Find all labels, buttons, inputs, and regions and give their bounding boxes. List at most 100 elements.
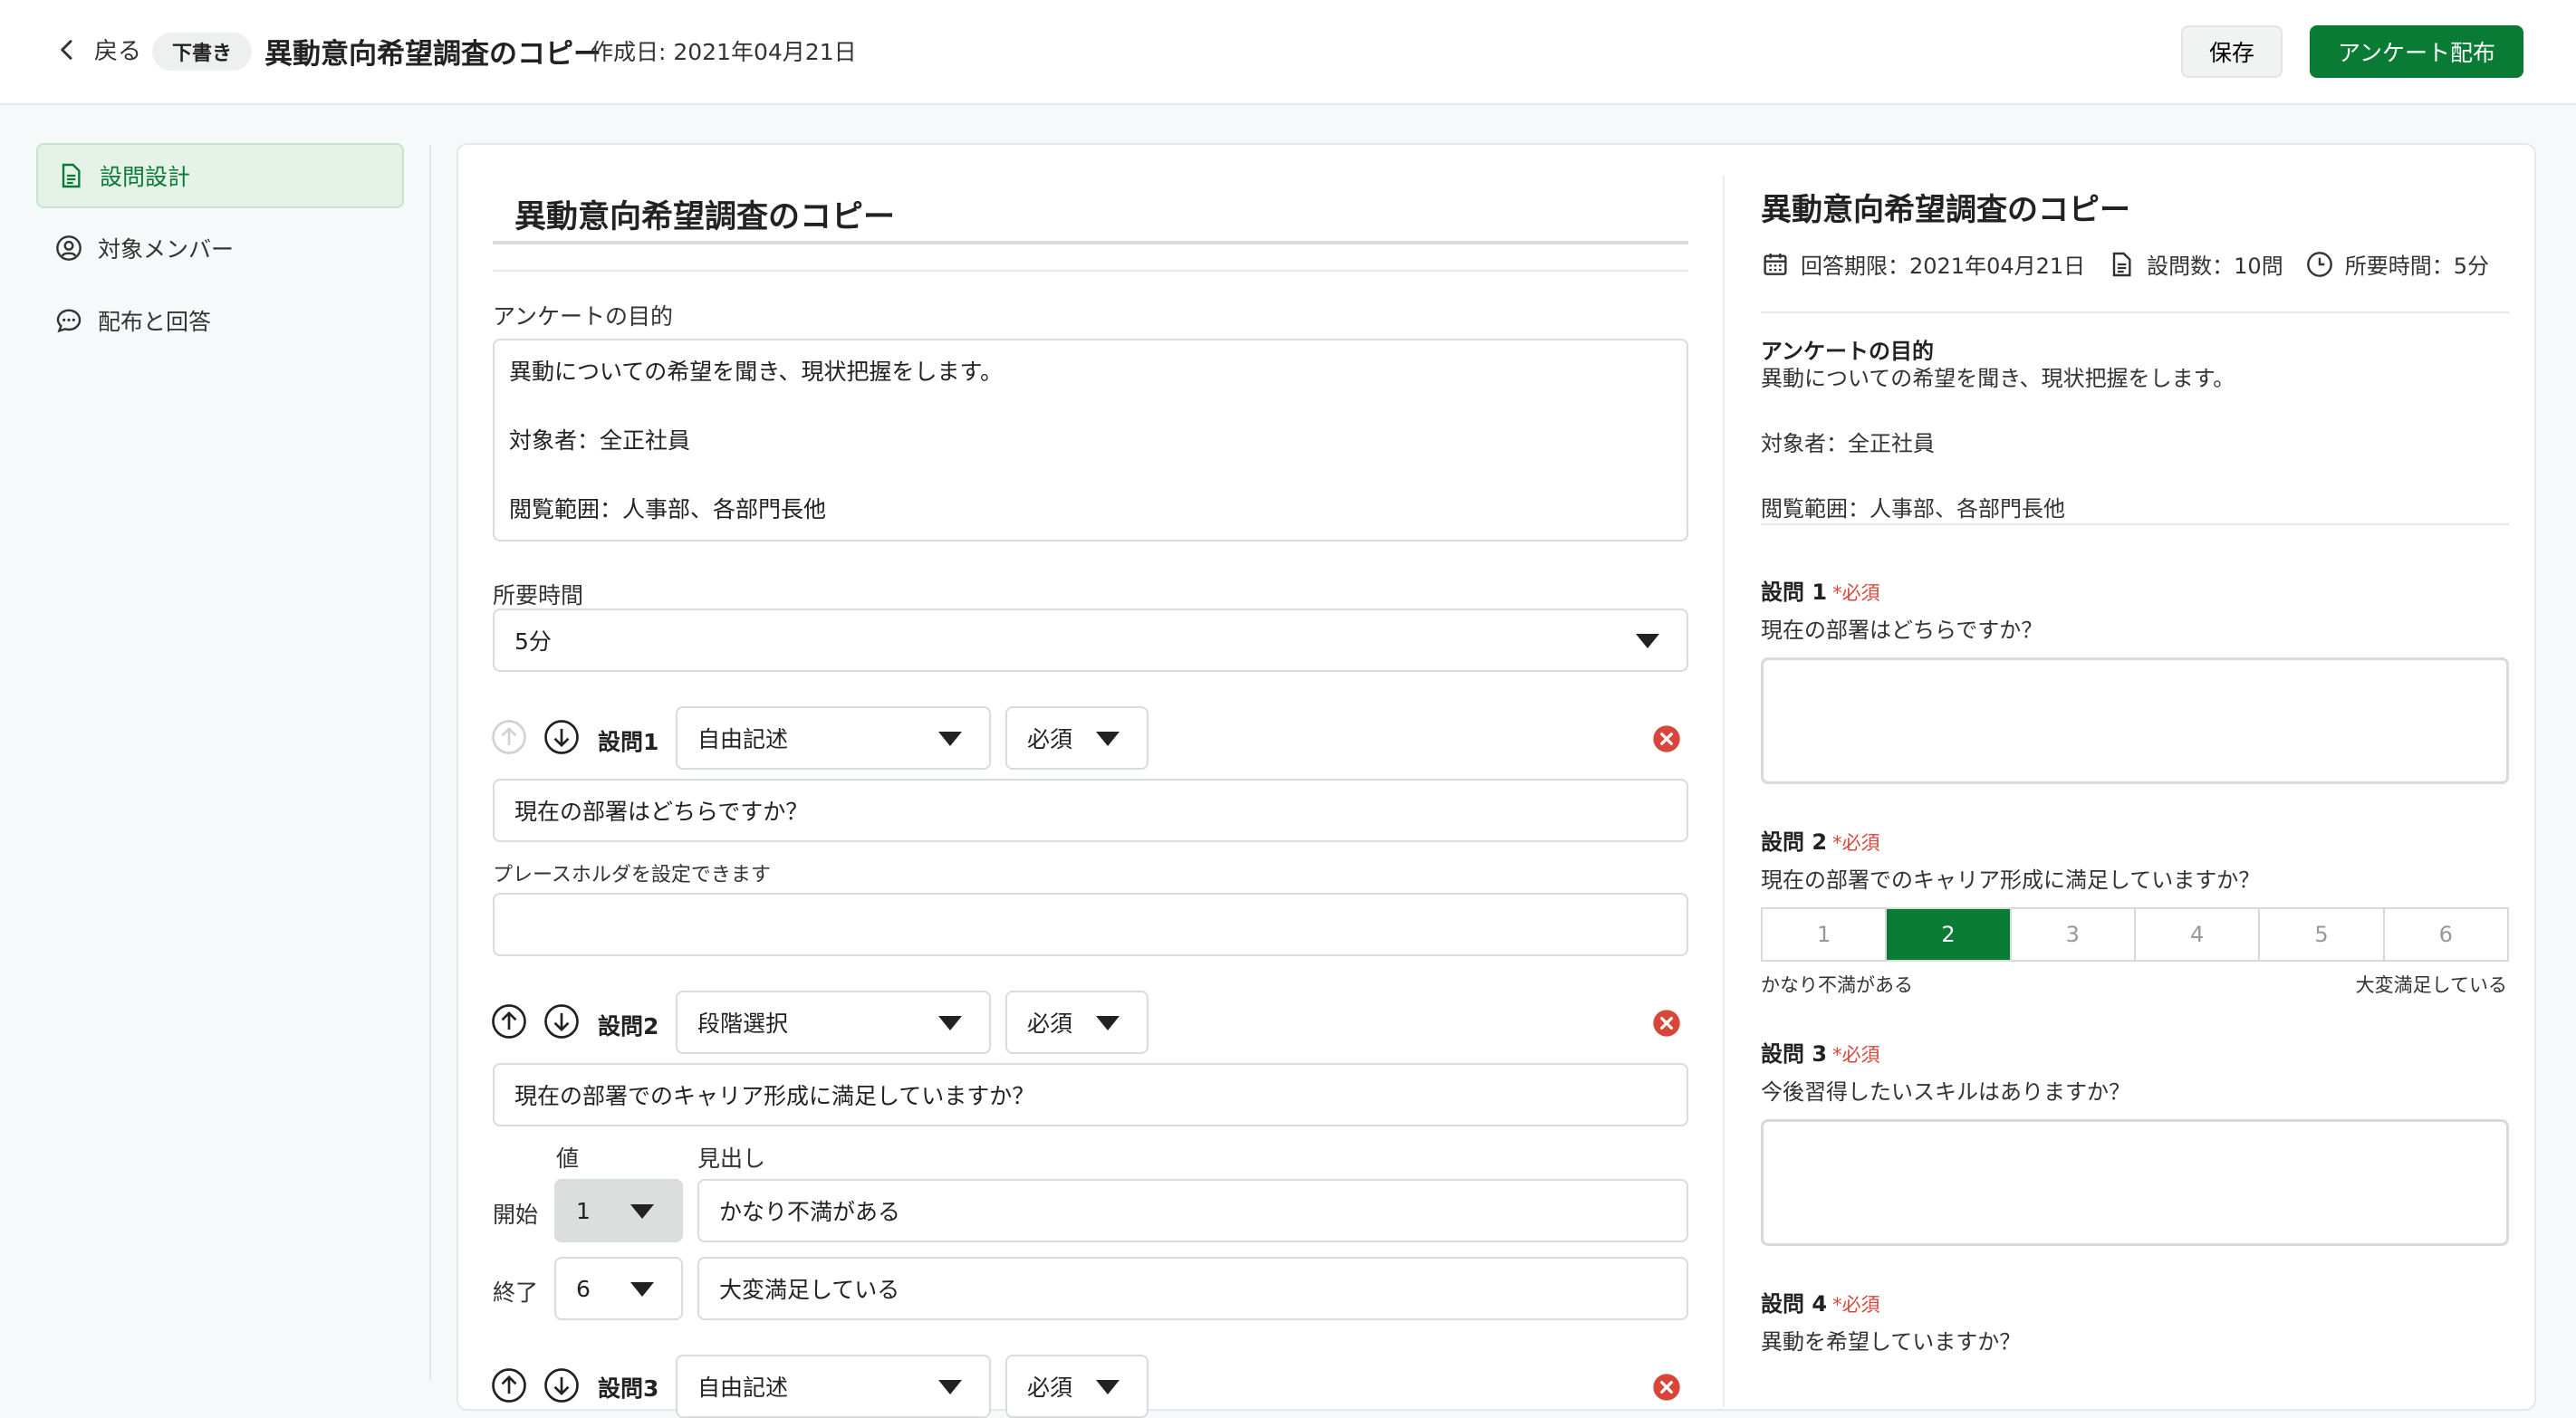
placeholder-input[interactable] <box>493 893 1688 956</box>
caret-down-icon <box>1096 1380 1120 1394</box>
duration-value: 5分 <box>514 628 552 655</box>
divider <box>1761 523 2509 525</box>
created-date: 作成日: 2021年04月21日 <box>591 39 857 65</box>
caption-header: 見出し <box>697 1145 766 1172</box>
caret-down-icon <box>1096 1016 1120 1030</box>
preview-question-text: 異動を希望していますか？ <box>1761 1329 2022 1355</box>
question-label: 設問2 <box>598 1013 659 1040</box>
purpose-text: 異動についての希望を聞き、現状把握をします。 対象者：全正社員 閲覧範囲：人事部… <box>1761 366 2235 522</box>
question-label: 設問3 <box>598 1375 659 1402</box>
scale-option-selected[interactable]: 2 <box>1887 909 2012 960</box>
required-select[interactable]: 必須 <box>1005 706 1149 770</box>
move-down-icon[interactable] <box>543 1003 580 1040</box>
preview-meta: 回答期限：2021年04月21日 設問数：10問 所要時間：5分 <box>1761 248 2511 280</box>
caret-down-icon <box>630 1282 654 1297</box>
caret-down-icon <box>1096 732 1120 746</box>
caret-down-icon <box>630 1204 654 1219</box>
sidebar-divider <box>429 145 431 1380</box>
placeholder-label: プレースホルダを設定できます <box>493 864 771 886</box>
preview-question-label: 設問 4 *必須 <box>1761 1291 1880 1317</box>
sidebar-item-label: 対象メンバー <box>98 236 235 263</box>
question-count-text: 設問数：10問 <box>2147 254 2283 279</box>
back-button[interactable]: 戻る <box>53 33 141 66</box>
user-circle-icon <box>56 235 82 261</box>
divider <box>1761 311 2509 313</box>
question-label: 設問1 <box>598 729 659 755</box>
scale-low-label: かなり不満がある <box>1761 974 1913 996</box>
end-value-select[interactable]: 6 <box>554 1257 683 1320</box>
caret-down-icon <box>1636 634 1659 648</box>
answer-textbox[interactable] <box>1761 1119 2509 1246</box>
start-value-select[interactable]: 1 <box>554 1179 683 1242</box>
calendar-icon <box>1764 253 1787 275</box>
document-icon <box>2112 252 2131 276</box>
move-down-icon[interactable] <box>543 719 580 755</box>
preview-question-text: 現在の部署はどちらですか？ <box>1761 618 2043 643</box>
question-type-select[interactable]: 自由記述 <box>676 706 991 770</box>
delete-question-icon[interactable] <box>1652 1009 1681 1038</box>
value-header: 値 <box>556 1145 580 1172</box>
duration-label: 所要時間 <box>493 582 584 608</box>
caret-down-icon <box>938 732 962 746</box>
scale-option[interactable]: 1 <box>1763 909 1888 960</box>
save-button[interactable]: 保存 <box>2181 25 2283 78</box>
chevron-left-icon <box>61 39 72 60</box>
main-card: 異動意向希望調査のコピー アンケートの目的 異動についての希望を聞き、現状把握を… <box>457 143 2538 1418</box>
page-title: 異動意向希望調査のコピー <box>264 38 601 71</box>
scale-option[interactable]: 3 <box>2012 909 2136 960</box>
rating-scale: 1 2 3 4 5 6 <box>1761 907 2509 962</box>
duration-select[interactable]: 5分 <box>493 608 1688 672</box>
answer-textbox[interactable] <box>1761 657 2509 784</box>
back-label: 戻る <box>94 38 142 65</box>
sidebar-item-question-design[interactable]: 設問設計 <box>36 143 404 208</box>
sidebar-item-target-members[interactable]: 対象メンバー <box>36 216 404 281</box>
survey-title-input[interactable]: 異動意向希望調査のコピー <box>493 187 1688 244</box>
end-caption-input[interactable]: 大変満足している <box>697 1257 1688 1320</box>
question-type-select[interactable]: 段階選択 <box>676 991 991 1054</box>
delete-question-icon[interactable] <box>1652 724 1681 753</box>
top-header: 戻る 下書き 異動意向希望調査のコピー 作成日: 2021年04月21日 保存 … <box>0 0 2576 105</box>
purpose-label: アンケートの目的 <box>493 303 674 330</box>
preview-question-label: 設問 1 *必須 <box>1761 580 1880 605</box>
preview-question-label: 設問 2 *必須 <box>1761 829 1880 855</box>
start-label: 開始 <box>493 1202 539 1228</box>
survey-preview: 異動意向希望調査のコピー 回答期限：2021年04月21日 設問数：10問 所要… <box>1723 176 2538 1407</box>
delete-question-icon[interactable] <box>1652 1373 1681 1402</box>
deadline-text: 回答期限：2021年04月21日 <box>1801 254 2086 279</box>
status-badge: 下書き <box>152 33 253 71</box>
question-text-input[interactable]: 現在の部署でのキャリア形成に満足していますか？ <box>493 1063 1688 1126</box>
required-select[interactable]: 必須 <box>1005 991 1149 1054</box>
document-icon <box>62 163 81 188</box>
scale-option[interactable]: 4 <box>2136 909 2261 960</box>
scale-option[interactable]: 6 <box>2385 909 2507 960</box>
question-text-input[interactable]: 現在の部署はどちらですか？ <box>493 779 1688 842</box>
scale-option[interactable]: 5 <box>2260 909 2385 960</box>
sidebar-item-label: 設問設計 <box>100 164 191 190</box>
caret-down-icon <box>938 1380 962 1394</box>
move-down-icon[interactable] <box>543 1367 580 1404</box>
sidebar-item-label: 配布と回答 <box>98 309 212 335</box>
divider <box>493 270 1688 272</box>
preview-question-label: 設問 3 *必須 <box>1761 1041 1880 1067</box>
move-up-icon[interactable] <box>491 719 527 755</box>
move-up-icon[interactable] <box>491 1003 527 1040</box>
sidebar-item-distribution[interactable]: 配布と回答 <box>36 288 404 353</box>
move-up-icon[interactable] <box>491 1367 527 1404</box>
preview-question-text: 現在の部署でのキャリア形成に満足していますか？ <box>1761 867 2261 893</box>
chat-bubble-icon <box>56 309 82 333</box>
question-type-select[interactable]: 自由記述 <box>676 1355 991 1418</box>
end-label: 終了 <box>493 1279 539 1306</box>
purpose-textarea[interactable]: 異動についての希望を聞き、現状把握をします。 対象者：全正社員 閲覧範囲：人事部… <box>493 339 1688 541</box>
duration-text: 所要時間：5分 <box>2344 254 2489 279</box>
publish-survey-button[interactable]: アンケート配布 <box>2310 25 2523 78</box>
scale-high-label: 大変満足している <box>2355 974 2507 996</box>
required-select[interactable]: 必須 <box>1005 1355 1149 1418</box>
survey-editor: 異動意向希望調査のコピー アンケートの目的 異動についての希望を聞き、現状把握を… <box>458 145 1723 1418</box>
preview-question-text: 今後習得したいスキルはありますか？ <box>1761 1079 2130 1105</box>
start-caption-input[interactable]: かなり不満がある <box>697 1179 1688 1242</box>
caret-down-icon <box>938 1016 962 1030</box>
sidebar: 設問設計 対象メンバー 配布と回答 <box>0 105 431 1380</box>
preview-title: 異動意向希望調査のコピー <box>1761 192 2130 228</box>
clock-icon <box>2306 251 2332 277</box>
purpose-heading: アンケートの目的 <box>1761 339 1935 364</box>
